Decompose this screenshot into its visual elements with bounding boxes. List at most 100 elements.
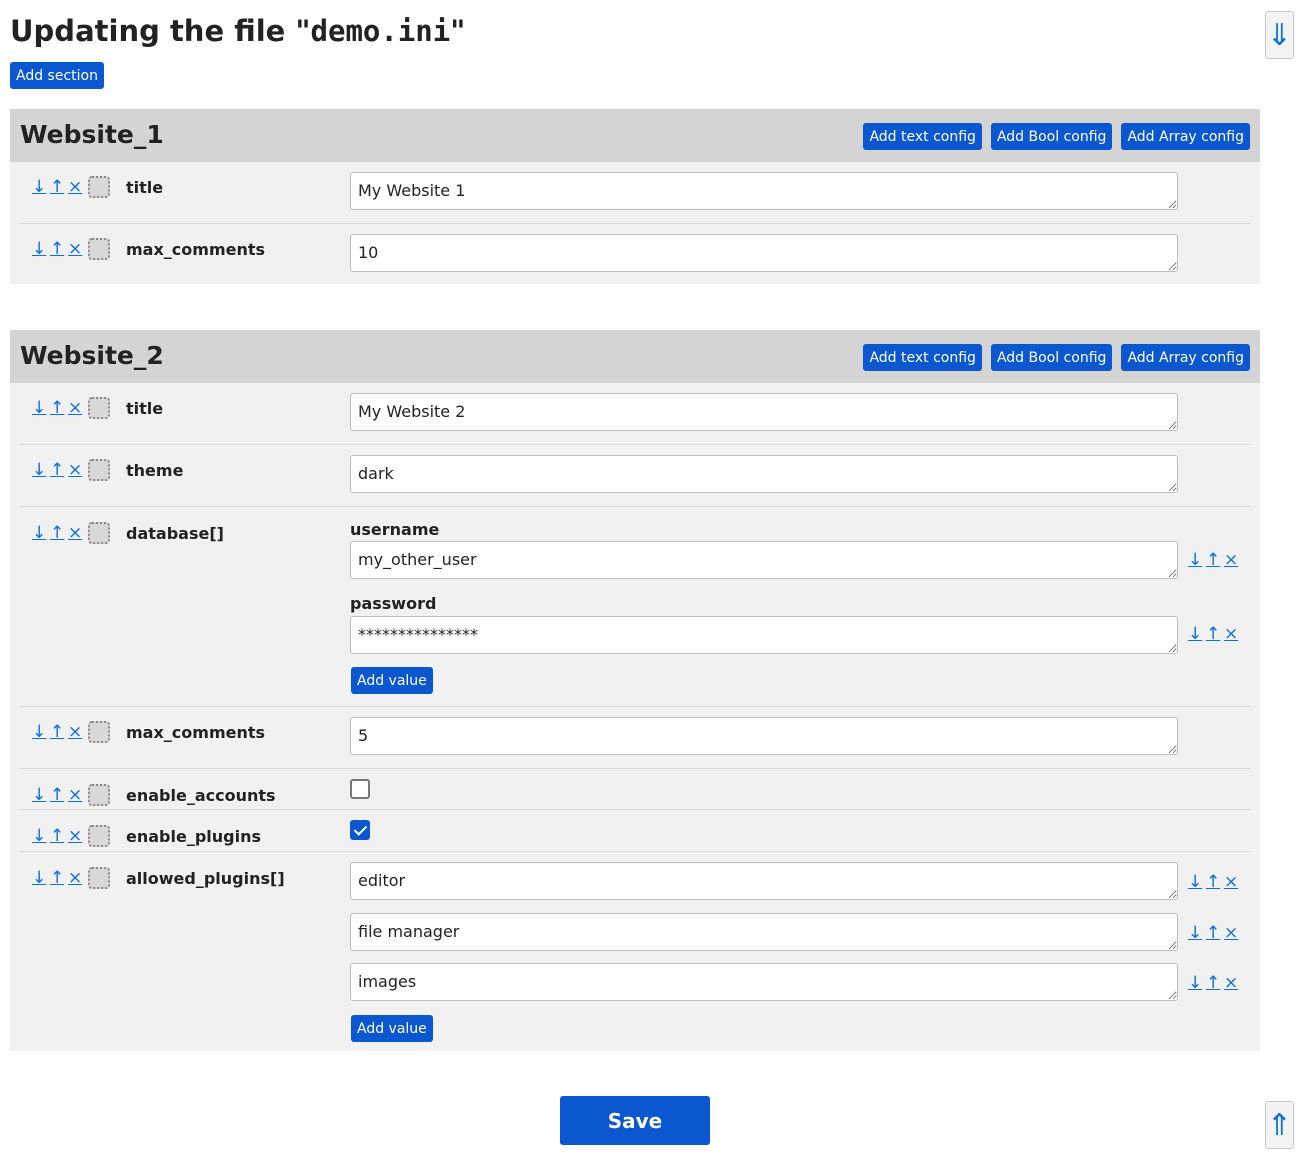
move-down-icon[interactable]: ↓ (32, 398, 46, 418)
move-up-icon[interactable]: ↑ (50, 868, 64, 888)
section-actions: Add text config Add Bool config Add Arra… (863, 123, 1250, 150)
move-down-icon[interactable]: ↓ (32, 460, 46, 480)
remove-icon[interactable]: × (68, 398, 82, 418)
remove-icon[interactable]: × (68, 826, 82, 846)
move-down-icon[interactable]: ↓ (1188, 550, 1202, 570)
page-title-prefix: Updating the file " (10, 14, 311, 48)
move-up-icon[interactable]: ↑ (50, 826, 64, 846)
config-key: max_comments (126, 723, 266, 742)
drag-handle-icon[interactable] (88, 867, 110, 889)
move-down-icon[interactable]: ↓ (32, 826, 46, 846)
drag-handle-icon[interactable] (88, 721, 110, 743)
array-value-input[interactable]: *************** (350, 616, 1178, 654)
remove-icon[interactable]: × (68, 785, 82, 805)
drag-handle-icon[interactable] (88, 176, 110, 198)
config-row-max-comments: ↓ ↑ × max_comments 10 (20, 224, 1250, 285)
remove-icon[interactable]: × (68, 177, 82, 197)
scroll-up-button[interactable]: ⇑ (1265, 1101, 1294, 1149)
config-key: theme (126, 461, 184, 480)
row-controls: ↓ ↑ × (32, 721, 110, 743)
move-down-icon[interactable]: ↓ (32, 523, 46, 543)
add-text-config-button[interactable]: Add text config (863, 344, 982, 371)
remove-icon[interactable]: × (68, 722, 82, 742)
config-key: max_comments (126, 240, 266, 259)
move-down-icon[interactable]: ↓ (32, 785, 46, 805)
config-key: enable_plugins (126, 827, 262, 846)
row-controls: ↓ ↑ × (32, 397, 110, 419)
config-value-input[interactable]: 5 (350, 717, 1178, 755)
move-up-icon[interactable]: ↑ (1206, 872, 1220, 892)
double-arrow-up-icon: ⇑ (1266, 1108, 1293, 1143)
config-key: database[] (126, 524, 224, 543)
config-value-input[interactable]: 10 (350, 234, 1178, 272)
add-array-config-button[interactable]: Add Array config (1121, 123, 1250, 150)
move-up-icon[interactable]: ↑ (50, 239, 64, 259)
add-value-button[interactable]: Add value (351, 667, 433, 694)
move-down-icon[interactable]: ↓ (32, 177, 46, 197)
add-text-config-button[interactable]: Add text config (863, 123, 982, 150)
remove-icon[interactable]: × (68, 460, 82, 480)
page-title-suffix: " (450, 14, 466, 48)
move-up-icon[interactable]: ↑ (50, 785, 64, 805)
config-row-enable-plugins: ↓ ↑ × enable_plugins (20, 810, 1250, 852)
config-value-input[interactable]: My Website 1 (350, 172, 1178, 210)
add-value-button[interactable]: Add value (351, 1015, 433, 1042)
section-title: Website_1 (20, 120, 164, 149)
enable-plugins-checkbox[interactable] (350, 820, 370, 840)
array-value-input[interactable]: images (350, 963, 1178, 1001)
section-title: Website_2 (20, 341, 164, 370)
move-up-icon[interactable]: ↑ (50, 177, 64, 197)
config-row-enable-accounts: ↓ ↑ × enable_accounts (20, 769, 1250, 810)
drag-handle-icon[interactable] (88, 397, 110, 419)
remove-icon[interactable]: × (68, 239, 82, 259)
move-down-icon[interactable]: ↓ (1188, 624, 1202, 644)
remove-icon[interactable]: × (68, 523, 82, 543)
move-up-icon[interactable]: ↑ (1206, 923, 1220, 943)
enable-accounts-checkbox[interactable] (350, 779, 370, 799)
move-down-icon[interactable]: ↓ (1188, 872, 1202, 892)
drag-handle-icon[interactable] (88, 522, 110, 544)
save-button[interactable]: Save (560, 1096, 710, 1145)
move-up-icon[interactable]: ↑ (1206, 973, 1220, 993)
add-array-config-button[interactable]: Add Array config (1121, 344, 1250, 371)
config-row-title: ↓ ↑ × title My Website 1 (20, 162, 1250, 224)
remove-icon[interactable]: × (1224, 973, 1238, 993)
config-value-input[interactable]: My Website 2 (350, 393, 1178, 431)
array-value-label: username (350, 520, 440, 539)
move-down-icon[interactable]: ↓ (1188, 923, 1202, 943)
array-value-input[interactable]: my_other_user (350, 541, 1178, 579)
move-up-icon[interactable]: ↑ (1206, 624, 1220, 644)
move-up-icon[interactable]: ↑ (50, 722, 64, 742)
drag-handle-icon[interactable] (88, 784, 110, 806)
remove-icon[interactable]: × (1224, 624, 1238, 644)
scroll-down-button[interactable]: ⇓ (1265, 11, 1294, 59)
remove-icon[interactable]: × (1224, 550, 1238, 570)
array-value-input[interactable]: editor (350, 862, 1178, 900)
array-value-input[interactable]: file manager (350, 913, 1178, 951)
move-up-icon[interactable]: ↑ (50, 398, 64, 418)
row-controls: ↓ ↑ × (32, 825, 110, 847)
move-up-icon[interactable]: ↑ (50, 460, 64, 480)
remove-icon[interactable]: × (68, 868, 82, 888)
add-section-button[interactable]: Add section (10, 62, 104, 89)
drag-handle-icon[interactable] (88, 459, 110, 481)
add-bool-config-button[interactable]: Add Bool config (990, 123, 1113, 150)
section-actions: Add text config Add Bool config Add Arra… (863, 344, 1250, 371)
config-value-input[interactable]: dark (350, 455, 1178, 493)
move-down-icon[interactable]: ↓ (1188, 973, 1202, 993)
row-controls: ↓ ↑ × (32, 784, 110, 806)
value-controls: ↓ ↑ × (1188, 872, 1242, 892)
drag-handle-icon[interactable] (88, 825, 110, 847)
drag-handle-icon[interactable] (88, 238, 110, 260)
add-bool-config-button[interactable]: Add Bool config (990, 344, 1113, 371)
move-down-icon[interactable]: ↓ (32, 722, 46, 742)
double-arrow-down-icon: ⇓ (1266, 18, 1293, 53)
move-down-icon[interactable]: ↓ (32, 239, 46, 259)
remove-icon[interactable]: × (1224, 872, 1238, 892)
remove-icon[interactable]: × (1224, 923, 1238, 943)
move-up-icon[interactable]: ↑ (1206, 550, 1220, 570)
config-row-title: ↓ ↑ × title My Website 2 (20, 383, 1250, 445)
move-down-icon[interactable]: ↓ (32, 868, 46, 888)
section-body: ↓ ↑ × title My Website 2 ↓ ↑ × theme dar… (10, 383, 1260, 1053)
move-up-icon[interactable]: ↑ (50, 523, 64, 543)
